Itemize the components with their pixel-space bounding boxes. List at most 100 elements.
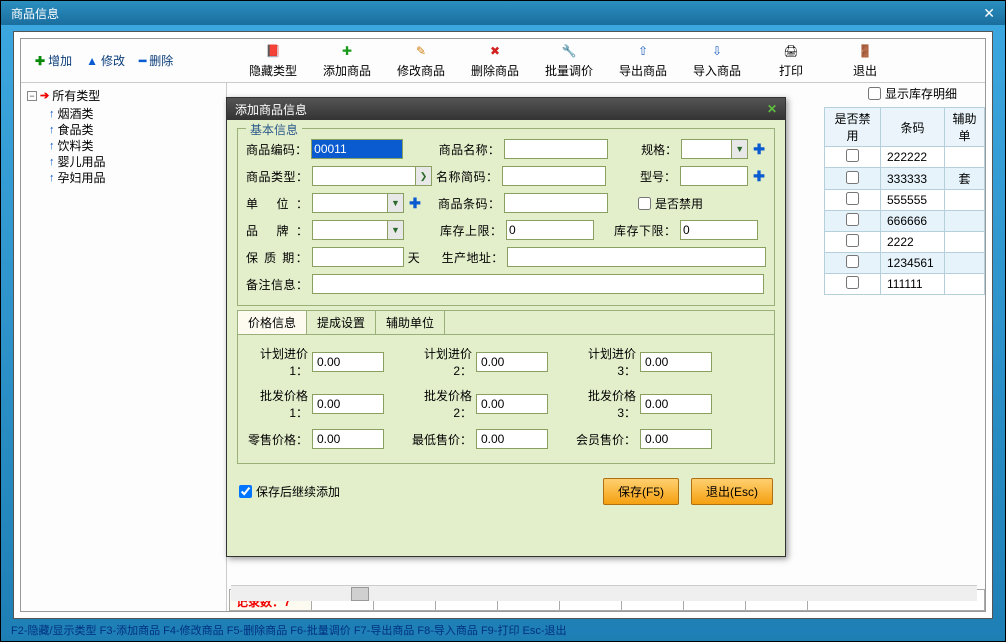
modify-product-button[interactable]: ✎修改商品 bbox=[393, 42, 449, 79]
show-stock-row: 显示库存明细 bbox=[868, 85, 957, 102]
ban-checkbox[interactable] bbox=[846, 213, 859, 226]
ban-checkbox[interactable] bbox=[846, 234, 859, 247]
type-combo[interactable]: ❯ bbox=[312, 166, 432, 186]
delete-type-button[interactable]: ━删除 bbox=[135, 50, 177, 71]
ban-checkbox[interactable] bbox=[638, 197, 651, 210]
chevron-down-icon[interactable]: ▼ bbox=[387, 194, 403, 212]
table-row[interactable]: 555555 bbox=[825, 190, 985, 211]
minus-icon: ━ bbox=[139, 54, 146, 68]
unit-combo[interactable]: ▼ bbox=[312, 193, 404, 213]
whole1-input[interactable] bbox=[312, 394, 384, 414]
import-button[interactable]: ⇩导入商品 bbox=[689, 42, 745, 79]
delete-product-button[interactable]: ✖删除商品 bbox=[467, 42, 523, 79]
code-input[interactable] bbox=[311, 139, 403, 159]
model-input[interactable] bbox=[680, 166, 748, 186]
model-label: 型号： bbox=[636, 168, 676, 185]
batch-price-button[interactable]: 🔧批量调价 bbox=[541, 42, 597, 79]
scroll-thumb[interactable] bbox=[351, 587, 369, 601]
add-product-dialog: 添加商品信息 ✕ 基本信息 商品编码： 商品名称： 规格： ▼ ✚ 商品类型： … bbox=[226, 97, 786, 557]
retail-input[interactable] bbox=[312, 429, 384, 449]
spec-combo[interactable]: ▼ bbox=[681, 139, 748, 159]
tab-row: 价格信息 提成设置 辅助单位 bbox=[238, 311, 774, 335]
arrow-icon: ↑ bbox=[49, 170, 55, 186]
ban-checkbox[interactable] bbox=[846, 171, 859, 184]
tree-root[interactable]: − ➔ 所有类型 bbox=[27, 87, 220, 104]
close-icon[interactable]: ✕ bbox=[983, 5, 995, 22]
min-input[interactable] bbox=[476, 429, 548, 449]
add-icon: ✚ bbox=[337, 42, 357, 60]
dialog-close-icon[interactable]: ✕ bbox=[767, 102, 777, 116]
whole2-input[interactable] bbox=[476, 394, 548, 414]
exit-button[interactable]: 🚪退出 bbox=[837, 42, 893, 79]
table-row[interactable]: 2222 bbox=[825, 232, 985, 253]
tab-price[interactable]: 价格信息 bbox=[238, 311, 307, 334]
browse-icon[interactable]: ❯ bbox=[415, 167, 431, 185]
hide-type-button[interactable]: 📕隐藏类型 bbox=[245, 42, 301, 79]
ban-checkbox[interactable] bbox=[846, 149, 859, 162]
remark-input[interactable] bbox=[312, 274, 764, 294]
print-button[interactable]: 🖨打印 bbox=[763, 42, 819, 79]
export-icon: ⇧ bbox=[633, 42, 653, 60]
pinyin-input[interactable] bbox=[502, 166, 606, 186]
shelf-label: 保 质 期： bbox=[246, 249, 308, 266]
save-button[interactable]: 保存(F5) bbox=[603, 478, 679, 505]
table-row[interactable]: 666666 bbox=[825, 211, 985, 232]
stockup-input[interactable] bbox=[506, 220, 594, 240]
footer-hints: F2-隐藏/显示类型 F3-添加商品 F4-修改商品 F5-删除商品 F6-批量… bbox=[11, 621, 995, 639]
whole3-input[interactable] bbox=[640, 394, 712, 414]
tree-item[interactable]: ↑饮料类 bbox=[49, 138, 220, 154]
brand-combo[interactable]: ▼ bbox=[312, 220, 404, 240]
save-continue-label: 保存后继续添加 bbox=[256, 483, 340, 500]
add-spec-icon[interactable]: ✚ bbox=[752, 141, 766, 158]
stockdown-label: 库存下限： bbox=[614, 222, 676, 239]
category-tree: − ➔ 所有类型 ↑烟酒类 ↑食品类 ↑饮料类 ↑婴儿用品 ↑孕妇用品 bbox=[21, 83, 227, 611]
ban-checkbox[interactable] bbox=[846, 255, 859, 268]
print-icon: 🖨 bbox=[781, 42, 801, 60]
delete-icon: ✖ bbox=[485, 42, 505, 60]
plan2-input[interactable] bbox=[476, 352, 548, 372]
shelf-input[interactable] bbox=[312, 247, 404, 267]
add-unit-icon[interactable]: ✚ bbox=[408, 195, 422, 212]
stockdown-input[interactable] bbox=[680, 220, 758, 240]
tab-body: 计划进价1： 计划进价2： 计划进价3： 批发价格1： 批发价格2： 批发价格3… bbox=[238, 335, 774, 449]
ban-label: 是否禁用 bbox=[655, 195, 703, 212]
spec-label: 规格： bbox=[638, 141, 677, 158]
plan1-input[interactable] bbox=[312, 352, 384, 372]
table-row[interactable]: 222222 bbox=[825, 147, 985, 168]
add-type-button[interactable]: ✚增加 bbox=[31, 50, 76, 71]
tree-item[interactable]: ↑孕妇用品 bbox=[49, 170, 220, 186]
collapse-icon[interactable]: − bbox=[27, 91, 37, 101]
tree-item[interactable]: ↑食品类 bbox=[49, 122, 220, 138]
dialog-exit-button[interactable]: 退出(Esc) bbox=[691, 478, 773, 505]
table-row[interactable]: 1234561 bbox=[825, 253, 985, 274]
save-continue-checkbox[interactable] bbox=[239, 485, 252, 498]
ban-checkbox[interactable] bbox=[846, 192, 859, 205]
table-row[interactable]: 111111 bbox=[825, 274, 985, 295]
modify-type-button[interactable]: ▲修改 bbox=[82, 50, 129, 71]
show-stock-checkbox[interactable] bbox=[868, 87, 881, 100]
type-label: 商品类型： bbox=[246, 168, 308, 185]
barcode-input[interactable] bbox=[504, 193, 608, 213]
remark-label: 备注信息： bbox=[246, 276, 308, 293]
import-icon: ⇩ bbox=[707, 42, 727, 60]
tab-aux[interactable]: 辅助单位 bbox=[376, 311, 445, 334]
add-model-icon[interactable]: ✚ bbox=[752, 168, 766, 185]
chevron-down-icon[interactable]: ▼ bbox=[731, 140, 747, 158]
tab-commission[interactable]: 提成设置 bbox=[307, 311, 376, 334]
arrow-icon: ↑ bbox=[49, 138, 55, 154]
origin-input[interactable] bbox=[507, 247, 766, 267]
basic-info-title: 基本信息 bbox=[246, 121, 302, 138]
plan3-input[interactable] bbox=[640, 352, 712, 372]
col-ban: 是否禁用 bbox=[825, 108, 881, 147]
member-input[interactable] bbox=[640, 429, 712, 449]
export-button[interactable]: ⇧导出商品 bbox=[615, 42, 671, 79]
tree-item[interactable]: ↑婴儿用品 bbox=[49, 154, 220, 170]
table-row[interactable]: 333333套 bbox=[825, 168, 985, 190]
add-product-button[interactable]: ✚添加商品 bbox=[319, 42, 375, 79]
basic-info-group: 基本信息 商品编码： 商品名称： 规格： ▼ ✚ 商品类型： ❯ 名称简码： 型… bbox=[237, 128, 775, 306]
ban-checkbox[interactable] bbox=[846, 276, 859, 289]
horizontal-scrollbar[interactable] bbox=[231, 585, 977, 601]
tree-item[interactable]: ↑烟酒类 bbox=[49, 106, 220, 122]
chevron-down-icon[interactable]: ▼ bbox=[387, 221, 403, 239]
name-input[interactable] bbox=[504, 139, 608, 159]
